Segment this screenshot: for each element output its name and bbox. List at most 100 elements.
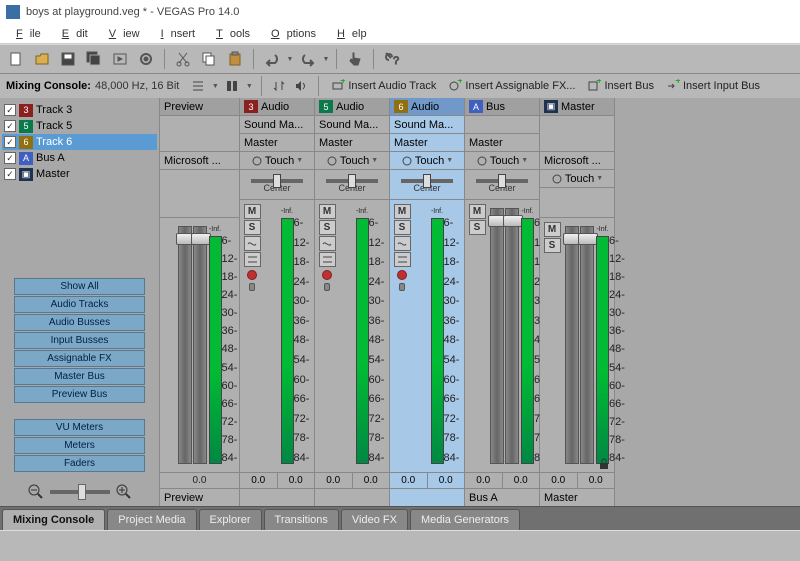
list-dropdown[interactable]: ▼ [211, 83, 219, 90]
track-checkbox[interactable]: ✓ [4, 168, 16, 180]
tab-video-fx[interactable]: Video FX [341, 509, 408, 530]
redo-dropdown[interactable]: ▼ [322, 56, 330, 63]
tab-transitions[interactable]: Transitions [264, 509, 339, 530]
automation-touch[interactable]: Touch▼ [540, 170, 614, 188]
channel-fx-row[interactable] [160, 116, 239, 152]
channel-send-row[interactable]: Master [465, 134, 539, 152]
channel-io-row[interactable]: Microsoft ... [160, 152, 239, 170]
channel-output[interactable] [315, 488, 389, 506]
insert-input-bus-button[interactable]: +Insert Input Bus [662, 78, 764, 94]
channel-header[interactable]: Preview [160, 98, 239, 116]
properties-button[interactable] [134, 47, 158, 71]
fx-button[interactable] [244, 236, 261, 251]
audio-tracks-button[interactable]: Audio Tracks [14, 296, 145, 313]
fader[interactable] [193, 226, 207, 464]
open-button[interactable] [30, 47, 54, 71]
track-row[interactable]: ✓6Track 6 [2, 134, 157, 150]
menu-tools[interactable]: Tools [202, 26, 257, 42]
track-row[interactable]: ✓ABus A [2, 150, 157, 166]
insert-audio-track-button[interactable]: +Insert Audio Track [327, 78, 440, 94]
menu-edit[interactable]: Edit [48, 26, 95, 42]
help-button[interactable]: ? [380, 47, 404, 71]
tab-project-media[interactable]: Project Media [107, 509, 196, 530]
channel-send-row[interactable]: Master [240, 134, 314, 152]
fader[interactable] [580, 226, 594, 464]
fader[interactable] [178, 226, 192, 464]
channel-fx-row[interactable] [540, 116, 614, 152]
channel-output[interactable] [390, 488, 464, 506]
solo-button[interactable]: S [544, 238, 561, 253]
mute-button[interactable]: M [319, 204, 336, 219]
dim-button[interactable] [270, 77, 288, 95]
pan-control[interactable]: Center [465, 170, 539, 200]
audio-busses-button[interactable]: Audio Busses [14, 314, 145, 331]
tab-mixing-console[interactable]: Mixing Console [2, 509, 105, 530]
fader[interactable] [565, 226, 579, 464]
fx-button[interactable] [394, 236, 411, 251]
mute-button[interactable]: M [544, 222, 561, 237]
track-row[interactable]: ✓▣Master [2, 166, 157, 182]
meters-button[interactable]: Meters [14, 437, 145, 454]
channel-fx-row[interactable] [465, 116, 539, 134]
channel-fx-row[interactable]: Sound Ma... [390, 116, 464, 134]
fx-button[interactable] [319, 236, 336, 251]
phase-button[interactable] [394, 252, 411, 267]
master-bus-button[interactable]: Master Bus [14, 368, 145, 385]
cut-button[interactable] [171, 47, 195, 71]
channel-header[interactable]: 3Audio [240, 98, 314, 116]
pan-control[interactable]: Center [240, 170, 314, 200]
automation-touch[interactable]: Touch▼ [465, 152, 539, 170]
menu-help[interactable]: Help [323, 26, 374, 42]
channel-header[interactable]: 5Audio [315, 98, 389, 116]
track-row[interactable]: ✓5Track 5 [2, 118, 157, 134]
menu-insert[interactable]: Insert [147, 26, 203, 42]
speaker-button[interactable] [292, 77, 310, 95]
undo-button[interactable] [260, 47, 284, 71]
save-all-button[interactable] [82, 47, 106, 71]
solo-button[interactable]: S [394, 220, 411, 235]
redo-button[interactable] [296, 47, 320, 71]
vu-meters-button[interactable]: VU Meters [14, 419, 145, 436]
tab-explorer[interactable]: Explorer [199, 509, 262, 530]
menu-view[interactable]: View [95, 26, 147, 42]
record-button[interactable] [397, 270, 407, 280]
phase-button[interactable] [244, 252, 261, 267]
channel-io-row[interactable]: Microsoft ... [540, 152, 614, 170]
render-button[interactable] [108, 47, 132, 71]
channel-output[interactable]: Bus A [465, 488, 539, 506]
track-row[interactable]: ✓3Track 3 [2, 102, 157, 118]
track-checkbox[interactable]: ✓ [4, 104, 16, 116]
input-busses-button[interactable]: Input Busses [14, 332, 145, 349]
channel-output[interactable] [240, 488, 314, 506]
assignable-fx-button[interactable]: Assignable FX [14, 350, 145, 367]
pan-control[interactable]: Center [315, 170, 389, 200]
tab-media-generators[interactable]: Media Generators [410, 509, 520, 530]
menu-options[interactable]: Options [257, 26, 323, 42]
track-checkbox[interactable]: ✓ [4, 120, 16, 132]
zoom-out-icon[interactable] [28, 484, 44, 500]
mute-button[interactable]: M [244, 204, 261, 219]
channel-fx-row[interactable]: Sound Ma... [315, 116, 389, 134]
menu-file[interactable]: File [2, 26, 48, 42]
solo-button[interactable]: S [244, 220, 261, 235]
insert-bus-button[interactable]: +Insert Bus [583, 78, 658, 94]
insert-assignable-fx-button[interactable]: +Insert Assignable FX... [444, 78, 579, 94]
record-button[interactable] [322, 270, 332, 280]
mute-button[interactable]: M [394, 204, 411, 219]
paste-button[interactable] [223, 47, 247, 71]
automation-touch[interactable]: Touch▼ [315, 152, 389, 170]
copy-button[interactable] [197, 47, 221, 71]
faders-button[interactable]: Faders [14, 455, 145, 472]
fader[interactable] [490, 208, 504, 464]
zoom-in-icon[interactable] [116, 484, 132, 500]
overview-button[interactable] [223, 77, 241, 95]
channel-send-row[interactable]: Master [390, 134, 464, 152]
track-checkbox[interactable]: ✓ [4, 152, 16, 164]
automation-touch[interactable]: Touch▼ [390, 152, 464, 170]
channel-output[interactable]: Master [540, 488, 614, 506]
show-all-button[interactable]: Show All [14, 278, 145, 295]
channel-output[interactable]: Preview [160, 488, 239, 506]
track-checkbox[interactable]: ✓ [4, 136, 16, 148]
overview-dropdown[interactable]: ▼ [245, 83, 253, 90]
zoom-slider[interactable] [50, 490, 110, 494]
